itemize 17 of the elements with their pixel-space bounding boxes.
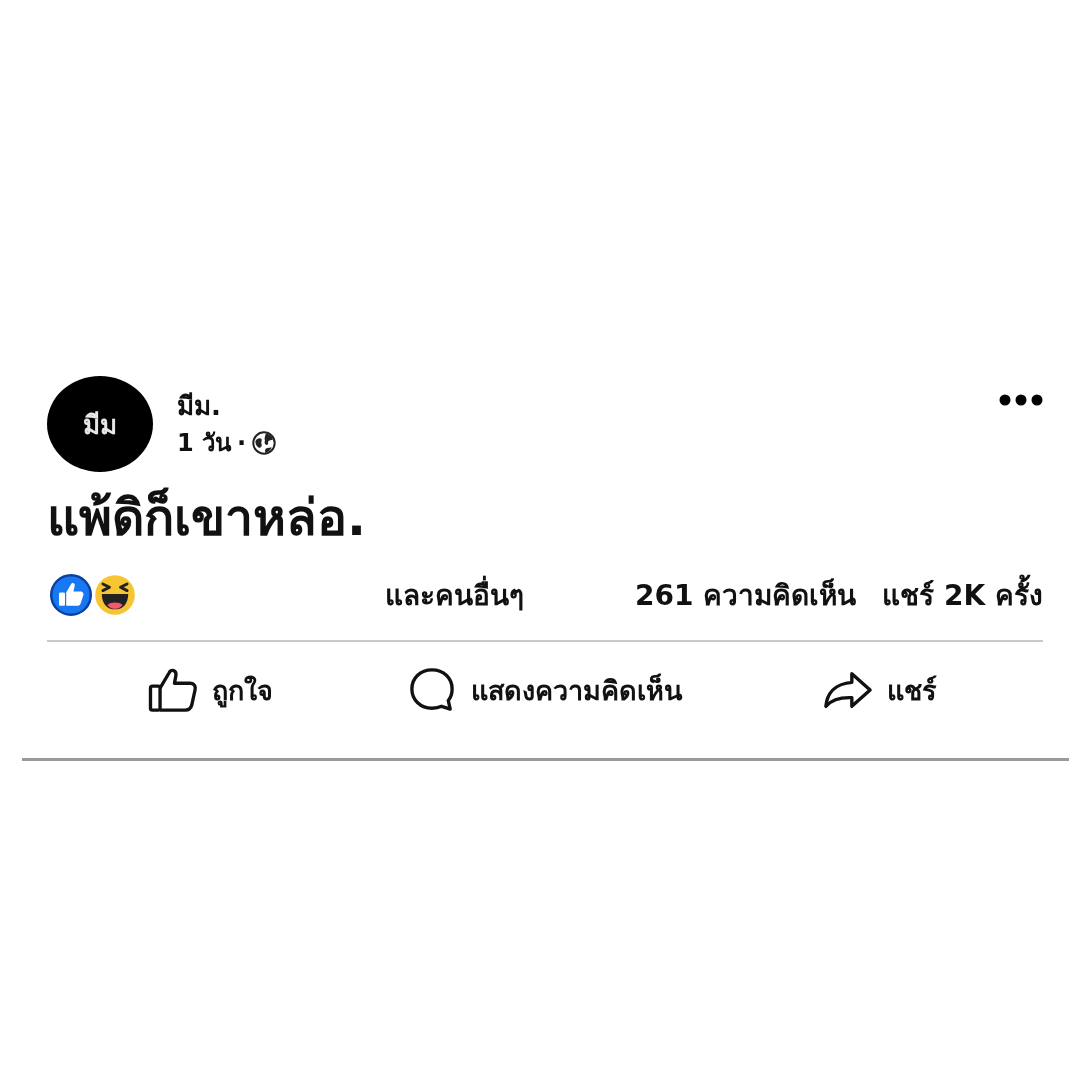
share-count[interactable]: แชร์ 2K ครั้ง <box>882 573 1043 617</box>
author-name[interactable]: มีม. <box>177 388 277 424</box>
post-text: แพ้ดิก็เขาหล่อ. <box>47 486 367 549</box>
more-dots-icon <box>999 394 1043 406</box>
like-button[interactable]: ถูกใจ <box>141 663 279 717</box>
share-button[interactable]: แชร์ <box>816 663 943 717</box>
avatar-text: มีม <box>83 408 117 442</box>
post-time[interactable]: 1 วัน <box>177 426 232 460</box>
laughing-face-icon[interactable] <box>93 573 137 617</box>
globe-icon <box>252 431 277 455</box>
like-reaction-icon[interactable] <box>47 571 95 619</box>
comment-count[interactable]: 261 ความคิดเห็น <box>635 573 857 617</box>
avatar[interactable]: มีม <box>47 376 153 472</box>
separator-dot: · <box>237 428 247 459</box>
thumbs-up-icon <box>147 667 198 713</box>
reaction-others-text[interactable]: และคนอื่นๆ <box>385 573 524 617</box>
comment-button[interactable]: แสดงความคิดเห็น <box>401 663 689 717</box>
